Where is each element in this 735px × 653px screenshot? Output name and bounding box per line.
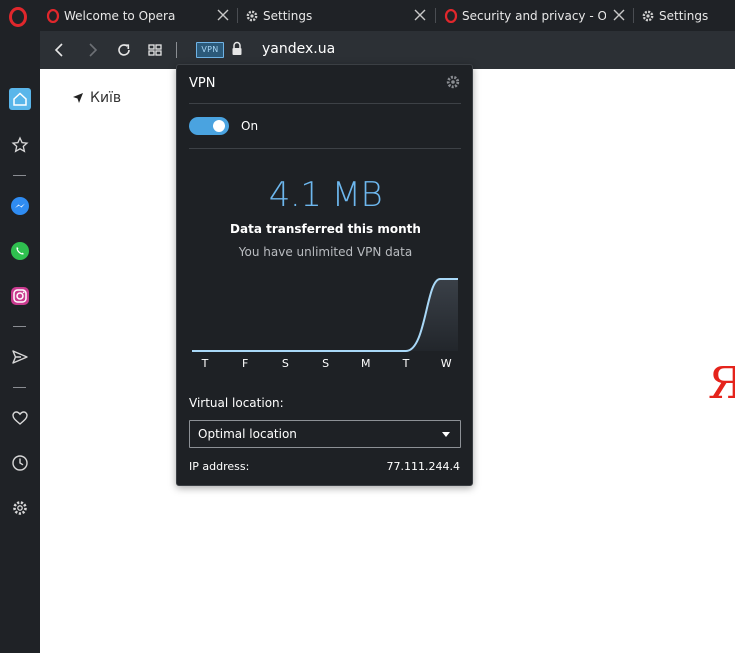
- send-button[interactable]: [9, 346, 31, 368]
- instagram-button[interactable]: [9, 285, 31, 307]
- day-axis: TFSSMTW: [192, 357, 460, 371]
- lock-icon[interactable]: [231, 41, 243, 56]
- tab-security-privacy[interactable]: Security and privacy - Opera: [444, 0, 630, 31]
- sidebar: [0, 31, 40, 653]
- forward-arrow-icon[interactable]: [83, 41, 101, 59]
- settings-gear-icon: [13, 501, 27, 515]
- sidebar-divider: [13, 326, 26, 327]
- unlimited-data-note: You have unlimited VPN data: [238, 245, 413, 259]
- bookmarks-star-icon: [11, 136, 29, 153]
- tab-settings-1[interactable]: Settings: [245, 0, 435, 31]
- close-tab-icon[interactable]: [413, 8, 427, 22]
- location-label: Київ: [90, 90, 122, 106]
- sidebar-divider: [13, 175, 26, 176]
- tab-title: Settings: [659, 8, 709, 23]
- tab-strip: Welcome to Opera Settings Security and p…: [0, 0, 735, 31]
- vpn-settings-gear-icon[interactable]: [445, 74, 461, 90]
- day-label: M: [361, 357, 371, 370]
- location-arrow-icon: [73, 93, 83, 103]
- divider: [189, 148, 461, 149]
- instagram-icon: [11, 287, 29, 305]
- close-tab-icon[interactable]: [216, 8, 230, 22]
- gear-icon: [641, 9, 655, 23]
- day-label: S: [281, 357, 289, 370]
- whatsapp-icon: [11, 242, 29, 260]
- heart-icon: [12, 411, 28, 425]
- opera-icon: [444, 8, 458, 23]
- settings-button[interactable]: [9, 497, 31, 519]
- day-label: T: [402, 357, 410, 370]
- tab-title: Settings: [263, 8, 313, 23]
- close-tab-icon[interactable]: [612, 8, 626, 22]
- vpn-popup: VPN On 4.1 MB Data transferred this mont…: [176, 64, 473, 486]
- messenger-button[interactable]: [9, 195, 31, 217]
- ip-address-value: 77.111.244.4: [386, 460, 460, 473]
- ip-address-label: IP address:: [189, 460, 250, 473]
- virtual-location-label: Virtual location:: [189, 396, 284, 410]
- messenger-icon: [11, 197, 29, 215]
- tab-divider: [435, 8, 436, 23]
- virtual-location-value: Optimal location: [198, 427, 297, 441]
- day-label: W: [440, 357, 452, 370]
- tab-divider: [237, 8, 238, 23]
- vpn-badge-button[interactable]: VPN: [196, 42, 224, 58]
- tab-divider: [633, 8, 634, 23]
- my-flow-button[interactable]: [9, 407, 31, 429]
- day-label: S: [322, 357, 330, 370]
- address-divider: [176, 42, 177, 58]
- home-icon: [13, 92, 27, 106]
- sidebar-divider: [13, 387, 26, 388]
- history-clock-icon: [12, 455, 28, 471]
- opera-icon: [46, 8, 60, 23]
- data-transferred-amount: 4.1 MB: [268, 175, 383, 215]
- yandex-logo[interactable]: Я: [708, 358, 735, 409]
- toggle-knob: [213, 120, 225, 132]
- send-icon: [12, 350, 28, 364]
- home-button[interactable]: [9, 88, 31, 110]
- vpn-popup-title: VPN: [189, 76, 216, 91]
- chevron-down-icon: [442, 432, 450, 437]
- usage-line: [192, 278, 458, 352]
- url-field[interactable]: yandex.ua: [262, 41, 335, 57]
- divider: [189, 103, 461, 104]
- gear-icon: [245, 9, 259, 23]
- weather-location[interactable]: Київ: [72, 90, 121, 106]
- data-transferred-caption: Data transferred this month: [230, 222, 421, 236]
- opera-menu-icon[interactable]: [9, 7, 27, 27]
- tab-welcome[interactable]: Welcome to Opera: [46, 0, 236, 31]
- tab-title: Welcome to Opera: [64, 8, 176, 23]
- whatsapp-button[interactable]: [9, 240, 31, 262]
- tabs-grid-icon[interactable]: [146, 41, 164, 59]
- bookmarks-button[interactable]: [9, 134, 31, 156]
- tab-settings-2[interactable]: Settings: [641, 0, 735, 31]
- day-label: T: [201, 357, 209, 370]
- vpn-toggle[interactable]: [189, 117, 229, 135]
- reload-icon[interactable]: [115, 41, 133, 59]
- virtual-location-select[interactable]: Optimal location: [189, 420, 461, 448]
- tab-title: Security and privacy - Opera: [462, 8, 606, 23]
- day-label: F: [242, 357, 249, 370]
- usage-graph: [192, 278, 458, 352]
- back-arrow-icon[interactable]: [51, 41, 69, 59]
- vpn-toggle-label: On: [241, 119, 259, 133]
- history-button[interactable]: [9, 452, 31, 474]
